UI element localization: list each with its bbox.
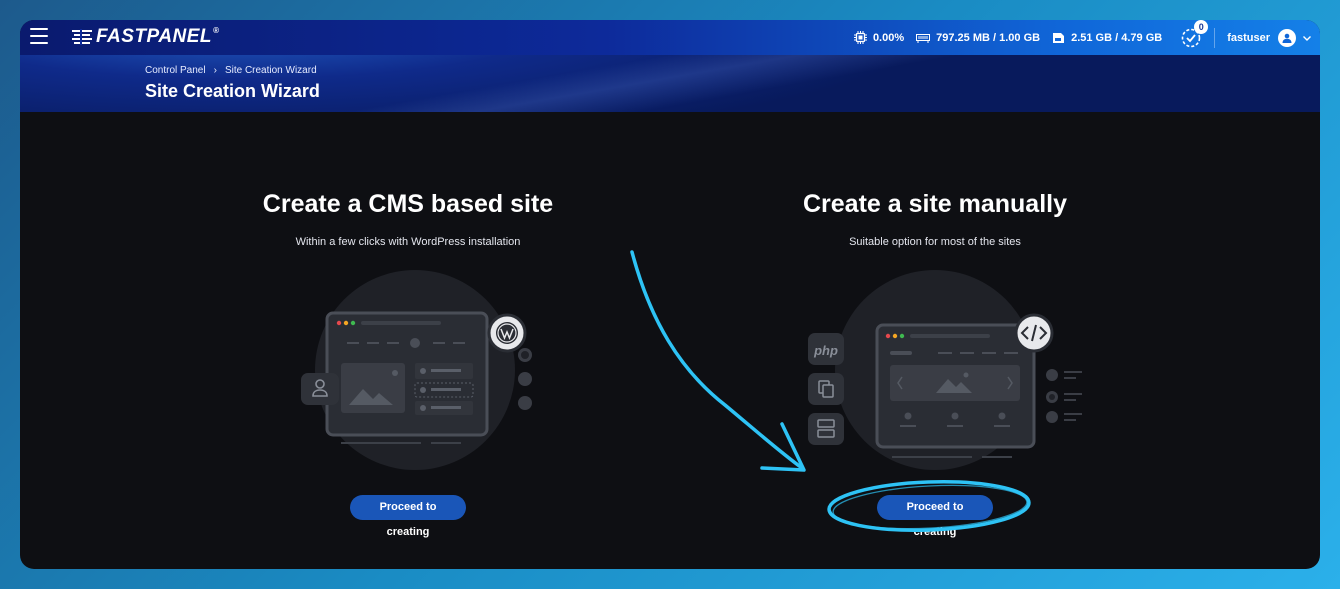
php-label: php xyxy=(813,343,838,358)
manual-illustration: php xyxy=(808,270,1082,470)
page-header: Control Panel › Site Creation Wizard Sit… xyxy=(20,55,1320,112)
user-name: fastuser xyxy=(1227,31,1270,44)
tasks-count-badge: 0 xyxy=(1194,20,1209,34)
manual-proceed-button[interactable]: Proceed to creating xyxy=(877,495,993,538)
cms-option: Create a CMS based site Within a few cli… xyxy=(208,190,608,248)
logo-text: FASTPANEL® xyxy=(96,26,220,47)
logo-mark-icon xyxy=(72,29,92,45)
annotation-arrow xyxy=(630,250,804,470)
manual-option-subtitle: Suitable option for most of the sites xyxy=(849,236,1021,248)
cms-illustration xyxy=(301,270,527,470)
cpu-value: 0.00% xyxy=(872,31,905,44)
cpu-icon xyxy=(853,31,867,44)
top-bar: FASTPANEL® 0.00% 797.25 MB / 1.00 GB 2.5… xyxy=(20,20,1320,55)
chevron-down-icon xyxy=(1303,35,1311,41)
cms-proceed-button[interactable]: Proceed to creating xyxy=(350,495,466,538)
breadcrumb-control-panel[interactable]: Control Panel xyxy=(145,65,206,76)
annotation-arrowhead xyxy=(760,422,806,472)
divider xyxy=(1214,27,1216,48)
memory-stat: 797.25 MB / 1.00 GB xyxy=(916,32,1040,44)
avatar-icon xyxy=(1278,28,1296,47)
cms-side-dots xyxy=(518,348,532,410)
menu-icon[interactable] xyxy=(30,28,48,44)
tasks-button[interactable]: 0 xyxy=(1180,20,1209,49)
logo[interactable]: FASTPANEL® xyxy=(72,26,219,48)
chevron-right-icon: › xyxy=(213,65,217,76)
cpu-stat: 0.00% xyxy=(853,31,905,44)
cms-option-subtitle: Within a few clicks with WordPress insta… xyxy=(295,236,521,248)
app-window: FASTPANEL® 0.00% 797.25 MB / 1.00 GB 2.5… xyxy=(20,20,1320,569)
memory-icon xyxy=(916,33,931,43)
disk-value: 2.51 GB / 4.79 GB xyxy=(1071,31,1163,44)
disk-stat: 2.51 GB / 4.79 GB xyxy=(1052,32,1162,44)
page-title: Site Creation Wizard xyxy=(145,81,320,101)
disk-icon xyxy=(1053,32,1065,43)
breadcrumb-current: Site Creation Wizard xyxy=(224,65,317,76)
user-menu[interactable]: fastuser xyxy=(1227,28,1312,47)
manual-option: Create a site manually Suitable option f… xyxy=(735,190,1135,248)
manual-option-title: Create a site manually xyxy=(802,190,1067,218)
resource-stats: 0.00% 797.25 MB / 1.00 GB 2.51 GB / 4.79… xyxy=(853,20,1320,55)
memory-value: 797.25 MB / 1.00 GB xyxy=(936,31,1041,44)
cms-option-title: Create a CMS based site xyxy=(262,190,554,218)
breadcrumb: Control Panel › Site Creation Wizard xyxy=(145,65,317,76)
